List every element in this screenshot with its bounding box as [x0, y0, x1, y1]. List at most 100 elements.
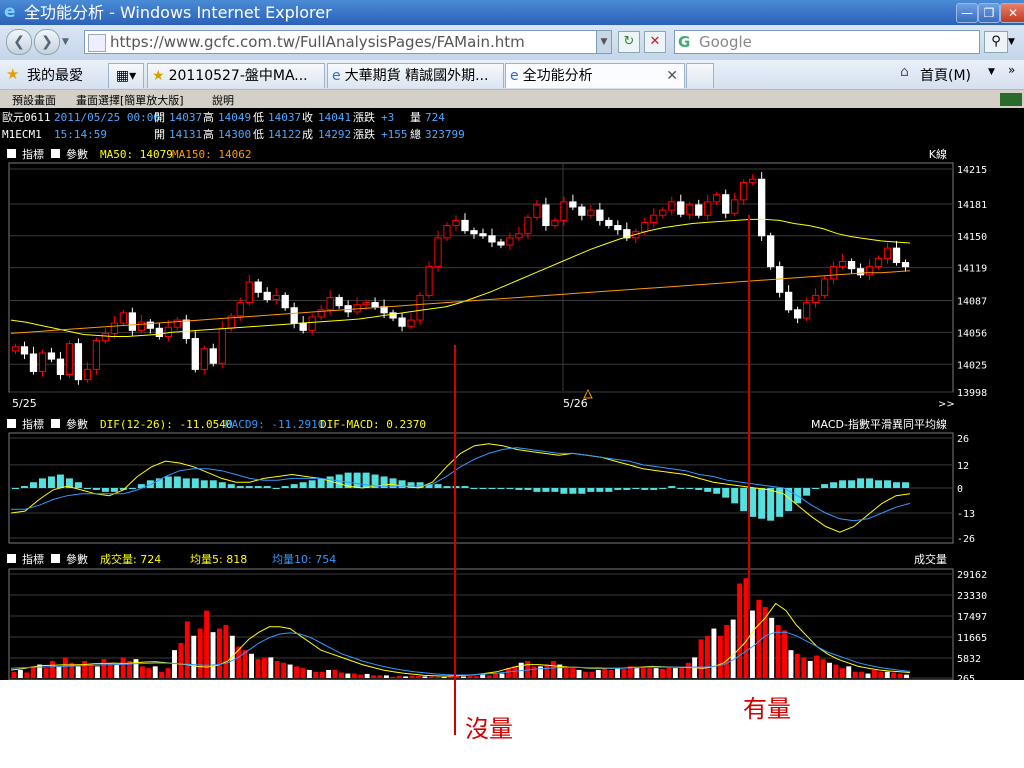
- indicator-button[interactable]: 指標: [22, 417, 44, 431]
- osc-bar: [443, 486, 451, 488]
- tab-3[interactable]: e 全功能分析 ✕: [505, 63, 685, 88]
- osc-bar: [857, 478, 865, 488]
- osc-bar: [47, 476, 55, 488]
- stop-button[interactable]: ✕: [644, 31, 666, 53]
- favorites-star-icon: ★: [6, 65, 20, 83]
- scroll-more-button[interactable]: >>: [938, 399, 955, 410]
- quote2-total-label: 總: [410, 127, 421, 141]
- osc-bar: [686, 488, 694, 489]
- candle-body: [272, 294, 280, 301]
- osc-bar: [434, 484, 442, 488]
- volume-bar: [814, 655, 820, 678]
- indicator-button[interactable]: 指標: [22, 147, 44, 161]
- tab-2[interactable]: e 大華期貨 精誠國外期...: [327, 63, 504, 88]
- param-toggle-icon[interactable]: [51, 554, 60, 563]
- volume-bar: [672, 668, 678, 678]
- volume-bar: [101, 659, 107, 678]
- osc-bar: [254, 486, 262, 488]
- candle-body: [874, 257, 883, 268]
- history-dropdown-icon[interactable]: ▼: [62, 37, 69, 47]
- osc-bar: [866, 478, 874, 488]
- osc-bar: [596, 488, 604, 492]
- search-button[interactable]: ⚲: [984, 31, 1008, 53]
- candle-body: [20, 346, 29, 355]
- menu-view-select[interactable]: 畫面選擇[簡單放大版]: [76, 93, 184, 107]
- osc-bar: [641, 488, 649, 490]
- volume-bar: [846, 666, 852, 678]
- panel-toggle-icon[interactable]: [7, 149, 16, 158]
- volume-bar: [319, 671, 325, 678]
- tab-1[interactable]: ★ 20110527-盤中MA...: [147, 63, 325, 88]
- candle-body: [838, 260, 847, 268]
- panel-toggle-icon[interactable]: [7, 419, 16, 428]
- candle-body: [758, 178, 766, 237]
- param-toggle-icon[interactable]: [51, 419, 60, 428]
- close-button[interactable]: ✕: [1000, 3, 1024, 23]
- candle-body: [614, 225, 622, 231]
- volume-bar: [441, 677, 447, 678]
- tab-close-icon[interactable]: ✕: [666, 64, 678, 88]
- minimize-button[interactable]: —: [956, 3, 978, 23]
- forward-button[interactable]: ❯: [34, 29, 60, 55]
- volume-bar: [794, 653, 800, 678]
- osc-bar: [245, 486, 253, 488]
- volume-bar: [178, 642, 184, 678]
- volume-bar: [383, 675, 389, 678]
- osc-bar: [470, 488, 478, 489]
- volume-bar: [62, 657, 68, 678]
- param-button[interactable]: 參數: [66, 417, 88, 431]
- volume-bar: [428, 676, 434, 678]
- home-dropdown-icon[interactable]: ▼: [988, 67, 995, 77]
- indicator-button[interactable]: 指標: [22, 552, 44, 566]
- back-button[interactable]: ❮: [6, 29, 32, 55]
- volume-bar: [165, 668, 171, 678]
- search-options-icon[interactable]: ▼: [1008, 37, 1015, 47]
- candle-body: [353, 304, 361, 313]
- volume-bar: [493, 673, 499, 678]
- search-input[interactable]: G Google: [674, 30, 980, 54]
- menu-default-view[interactable]: 預設畫面: [12, 93, 56, 107]
- menu-help[interactable]: 說明: [212, 93, 234, 107]
- osc-bar: [677, 488, 685, 489]
- osc-bar: [578, 488, 586, 494]
- volume-bar: [210, 632, 216, 678]
- favorites-button[interactable]: 我的最愛: [27, 65, 83, 85]
- volume-bar: [332, 669, 338, 678]
- volume-bar: [576, 669, 582, 678]
- param-button[interactable]: 參數: [66, 147, 88, 161]
- volume-bar: [159, 671, 165, 678]
- refresh-button[interactable]: ↻: [618, 31, 640, 53]
- volume-bar: [865, 673, 871, 678]
- new-tab-button[interactable]: [686, 63, 714, 88]
- volume-bar: [897, 673, 903, 678]
- volume-bar: [223, 624, 229, 678]
- param-toggle-icon[interactable]: [51, 149, 60, 158]
- candle-body: [668, 201, 676, 211]
- candle-body: [182, 319, 190, 340]
- candle-body: [892, 247, 901, 264]
- param-button[interactable]: 參數: [66, 552, 88, 566]
- candle-body: [740, 181, 748, 201]
- osc-bar: [20, 486, 28, 488]
- osc-bar: [164, 476, 172, 488]
- home-button[interactable]: 首頁(M): [920, 65, 971, 85]
- volume-readout: 成交量: 724: [100, 552, 161, 566]
- osc-bar: [29, 482, 37, 488]
- candle-body: [677, 201, 685, 215]
- panel-toggle-icon[interactable]: [7, 554, 16, 563]
- candle-body: [137, 321, 146, 331]
- osc-bar: [236, 486, 244, 488]
- quote2-low-label: 低: [253, 128, 264, 141]
- osc-bar: [209, 480, 217, 488]
- restore-button[interactable]: ❐: [978, 3, 1000, 23]
- osc-bar: [101, 488, 109, 492]
- address-dropdown-icon[interactable]: ▼: [596, 31, 611, 53]
- candle-body: [605, 219, 613, 227]
- quick-tabs-button[interactable]: ▦▾: [108, 63, 144, 88]
- address-bar[interactable]: https://www.gcfc.com.tw/FullAnalysisPage…: [84, 30, 612, 54]
- osc-bar: [479, 488, 487, 489]
- more-chevron-icon[interactable]: »: [1008, 63, 1015, 77]
- macd-plot: 26 12 0 -13 -26: [10, 434, 975, 545]
- candle-body: [38, 352, 47, 372]
- candle-body: [362, 302, 370, 306]
